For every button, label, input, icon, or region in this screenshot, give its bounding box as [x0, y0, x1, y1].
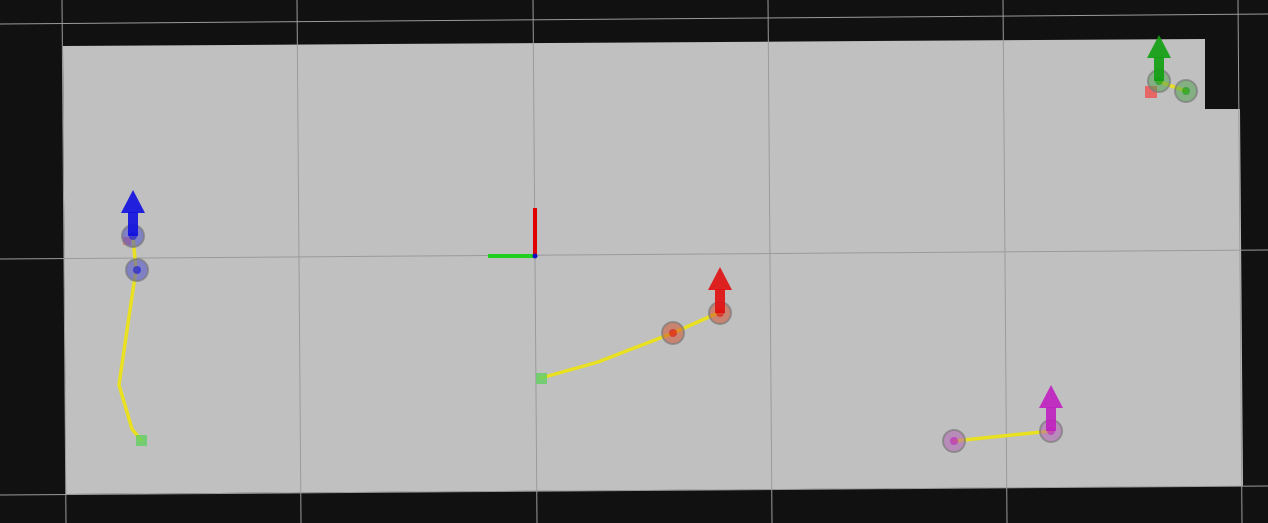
robot-marker-blue-previous[interactable]	[125, 258, 149, 282]
goal-square-icon	[136, 435, 147, 446]
rviz-3d-viewport[interactable]	[0, 0, 1268, 523]
grid-line	[0, 13, 1268, 25]
origin-axis-z	[532, 253, 538, 259]
scene-canvas[interactable]	[0, 0, 1268, 523]
map-floor	[63, 39, 1243, 494]
robot-marker-green-previous[interactable]	[1174, 79, 1198, 103]
robot-marker-red-previous[interactable]	[661, 321, 685, 345]
robot-marker-magenta-previous[interactable]	[942, 429, 966, 453]
goal-square-icon	[536, 373, 547, 384]
